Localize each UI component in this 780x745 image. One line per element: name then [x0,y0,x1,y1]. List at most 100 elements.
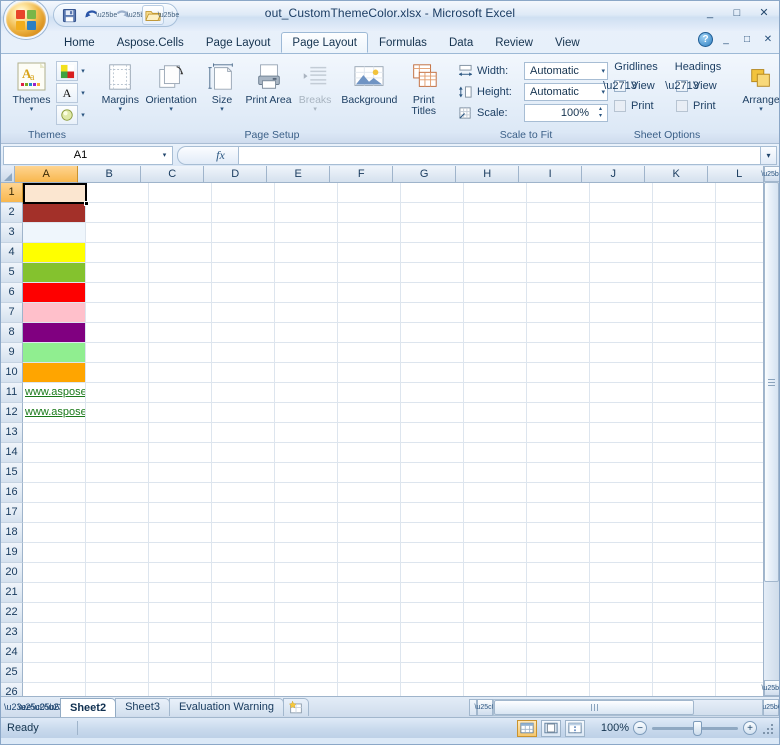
select-all-corner[interactable] [1,166,15,183]
vscroll-thumb[interactable] [764,183,779,582]
cell-B26[interactable] [86,683,149,696]
cell-C3[interactable] [149,223,212,243]
cell-G12[interactable] [401,403,464,423]
minimize-button[interactable]: _ [699,4,721,21]
cell-A6[interactable] [23,283,86,303]
cell-I3[interactable] [527,223,590,243]
cell-A16[interactable] [23,483,86,503]
theme-colors-caret-icon[interactable]: ▾ [79,67,87,75]
cell-H17[interactable] [464,503,527,523]
breaks-button[interactable]: Breaks ▾ [292,58,339,113]
cell-F26[interactable] [338,683,401,696]
cell-E13[interactable] [275,423,338,443]
cell-C25[interactable] [149,663,212,683]
theme-colors-button[interactable]: ▾ [56,61,87,81]
cell-G2[interactable] [401,203,464,223]
row-header-7[interactable]: 7 [1,303,23,323]
row-header-9[interactable]: 9 [1,343,23,363]
normal-view-button[interactable] [517,720,537,737]
cell-C1[interactable] [149,183,212,203]
vscroll-track[interactable] [764,183,779,680]
cell-E9[interactable] [275,343,338,363]
cell-E4[interactable] [275,243,338,263]
cell-B4[interactable] [86,243,149,263]
cell-F4[interactable] [338,243,401,263]
cell-G21[interactable] [401,583,464,603]
tab-review[interactable]: Review [484,33,544,53]
cell-H5[interactable] [464,263,527,283]
cell-K19[interactable] [653,543,716,563]
tab-data[interactable]: Data [438,33,484,53]
cell-D6[interactable] [212,283,275,303]
cell-J8[interactable] [590,323,653,343]
cell-G1[interactable] [401,183,464,203]
cell-G22[interactable] [401,603,464,623]
cell-H8[interactable] [464,323,527,343]
cell-C4[interactable] [149,243,212,263]
cell-B19[interactable] [86,543,149,563]
vertical-scrollbar[interactable]: \u25b2 \u25bc [763,183,779,696]
cell-E20[interactable] [275,563,338,583]
row-header-21[interactable]: 21 [1,583,23,603]
cell-C8[interactable] [149,323,212,343]
expand-formula-bar-icon[interactable]: ▾ [761,146,777,165]
cell-C2[interactable] [149,203,212,223]
cell-A22[interactable] [23,603,86,623]
cell-K3[interactable] [653,223,716,243]
tab-insert[interactable]: Page Layout [195,33,282,53]
cell-B25[interactable] [86,663,149,683]
theme-fonts-caret-icon[interactable]: ▾ [79,89,87,97]
cell-H10[interactable] [464,363,527,383]
cell-K2[interactable] [653,203,716,223]
tab-formulas[interactable]: Formulas [368,33,438,53]
cell-H3[interactable] [464,223,527,243]
window-resize-grip[interactable] [761,722,773,734]
cell-A2[interactable] [23,203,86,223]
cell-E15[interactable] [275,463,338,483]
cell-K1[interactable] [653,183,716,203]
cell-J20[interactable] [590,563,653,583]
cell-A20[interactable] [23,563,86,583]
cell-E14[interactable] [275,443,338,463]
cell-J1[interactable] [590,183,653,203]
cell-H21[interactable] [464,583,527,603]
cell-F12[interactable] [338,403,401,423]
cell-I18[interactable] [527,523,590,543]
cell-H24[interactable] [464,643,527,663]
cell-H23[interactable] [464,623,527,643]
cell-E26[interactable] [275,683,338,696]
size-button[interactable]: Size ▾ [199,58,246,113]
cell-K14[interactable] [653,443,716,463]
cell-H15[interactable] [464,463,527,483]
cell-J15[interactable] [590,463,653,483]
row-header-11[interactable]: 11 [1,383,23,403]
cell-J14[interactable] [590,443,653,463]
page-height-select[interactable]: Automatic ▾ [524,83,608,101]
cell-K18[interactable] [653,523,716,543]
column-header-K[interactable]: K [645,166,708,183]
cell-A9[interactable] [23,343,86,363]
cell-E18[interactable] [275,523,338,543]
cell-F11[interactable] [338,383,401,403]
row-header-12[interactable]: 12 [1,403,23,423]
cell-J21[interactable] [590,583,653,603]
cell-I9[interactable] [527,343,590,363]
page-width-select[interactable]: Automatic ▾ [524,62,608,80]
cell-G26[interactable] [401,683,464,696]
cell-D10[interactable] [212,363,275,383]
cell-B6[interactable] [86,283,149,303]
cell-F23[interactable] [338,623,401,643]
restore-button[interactable]: □ [726,4,748,21]
cell-E25[interactable] [275,663,338,683]
hscroll-track[interactable] [493,699,763,716]
cell-B11[interactable] [86,383,149,403]
formula-input[interactable] [239,146,761,165]
cell-H7[interactable] [464,303,527,323]
cell-E17[interactable] [275,503,338,523]
cell-F6[interactable] [338,283,401,303]
page-layout-view-button[interactable] [541,720,561,737]
cell-D17[interactable] [212,503,275,523]
cell-A26[interactable] [23,683,86,696]
cell-F21[interactable] [338,583,401,603]
cell-K13[interactable] [653,423,716,443]
